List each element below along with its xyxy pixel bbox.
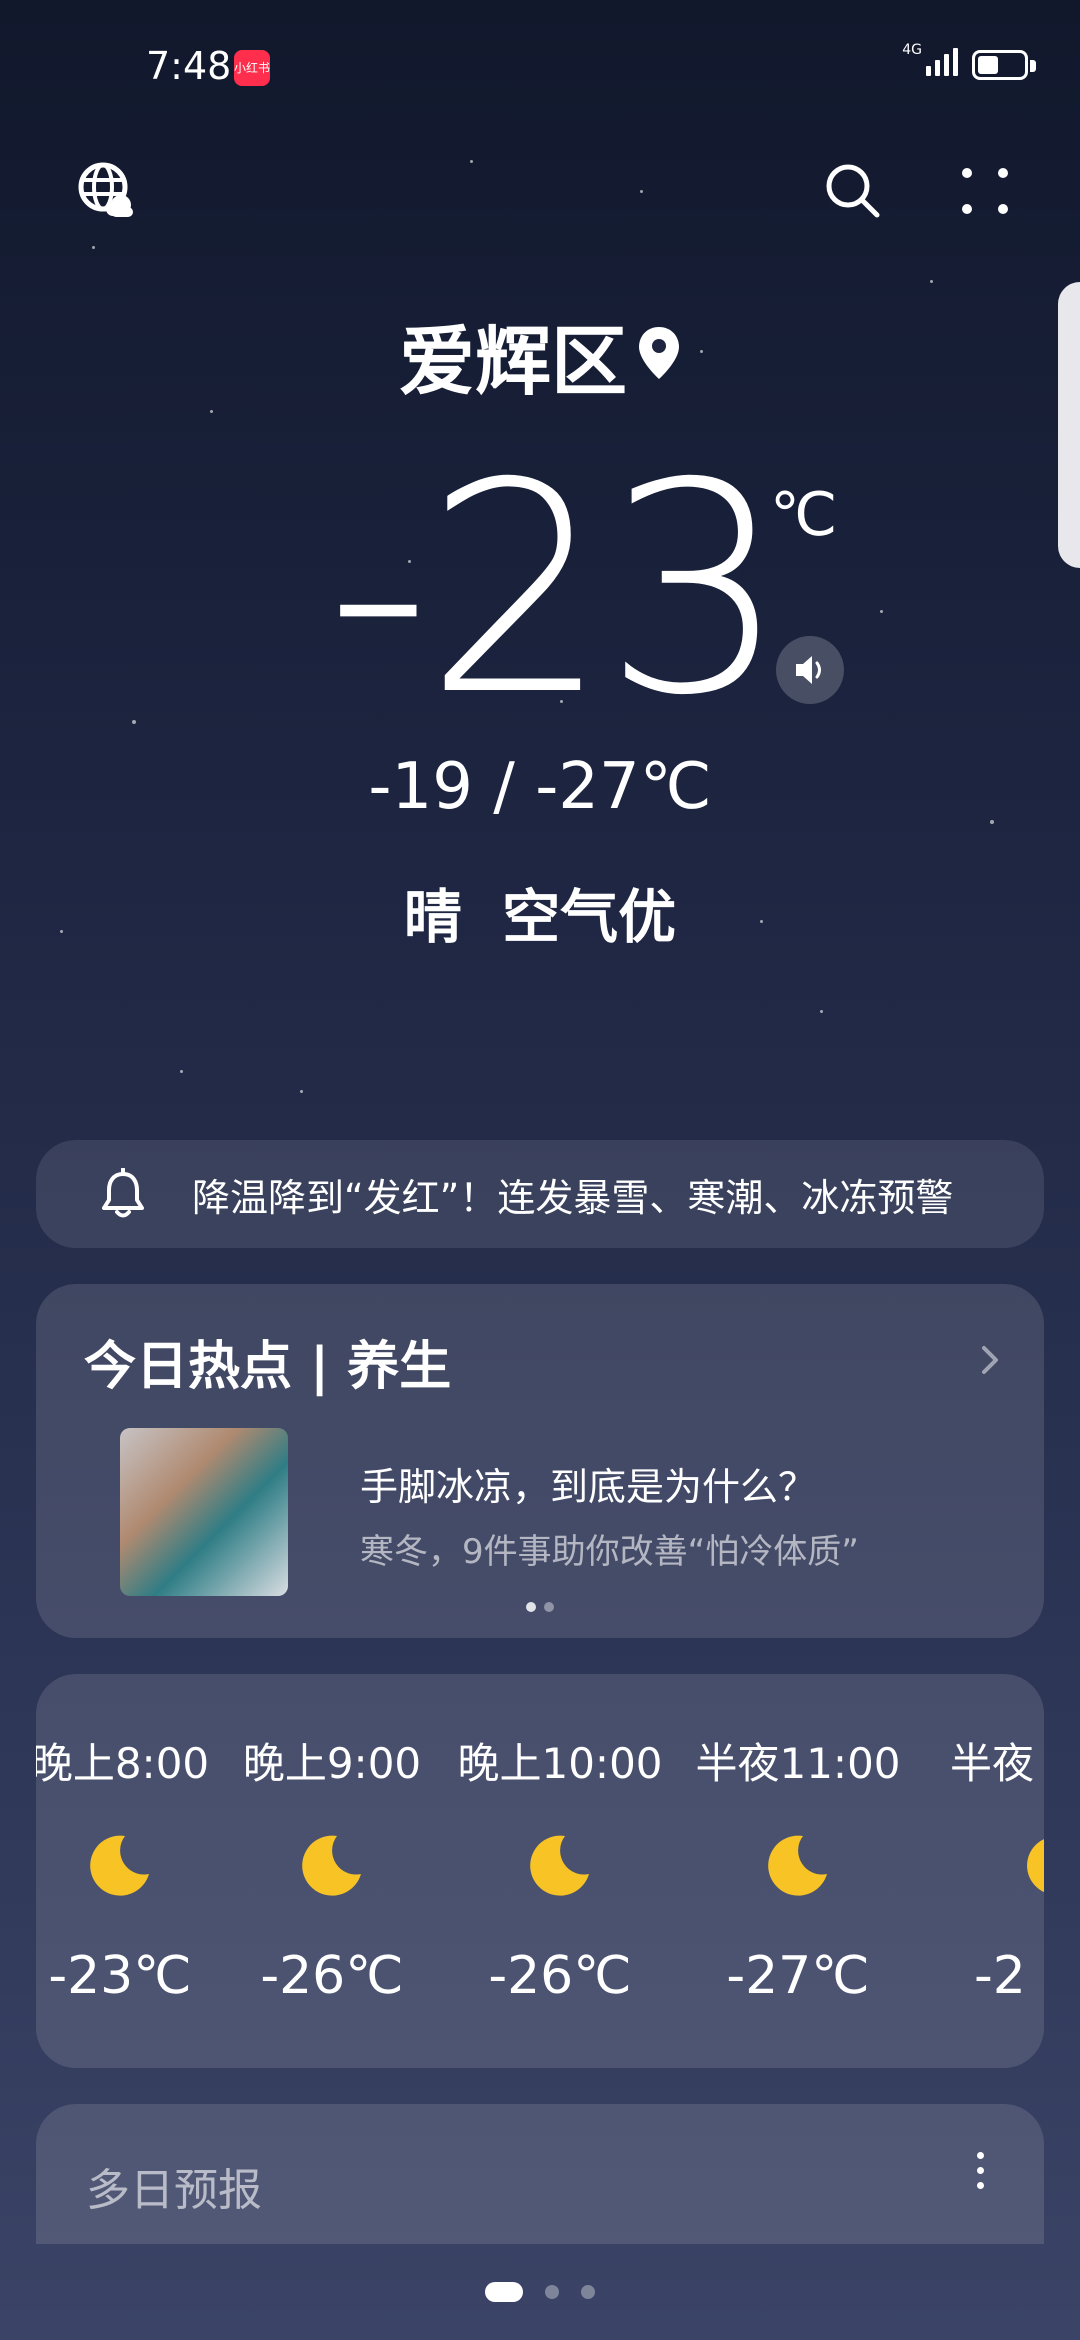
battery-icon <box>972 50 1028 80</box>
hour-temperature: -2 <box>974 1946 1026 2006</box>
bell-icon <box>88 1168 158 1220</box>
page-dot[interactable] <box>581 2285 595 2299</box>
hour-time: 半夜 <box>950 1739 1035 1788</box>
carousel-dot <box>544 1602 554 1612</box>
moon-icon <box>36 1830 230 1900</box>
article-subtitle: 寒冬，9件事助你改善“怕冷体质” <box>360 1532 859 1572</box>
hour-temperature: -26℃ <box>260 1946 404 2006</box>
location-name: 爱辉区 <box>399 317 627 406</box>
network-type: 4G <box>902 42 922 58</box>
hour-time: 半夜11:00 <box>695 1739 901 1788</box>
hourly-forecast-card[interactable]: 晚上8:00 -23℃ 晚上9:00 -26℃ 晚上10:00 -26℃ 半夜1… <box>36 1674 1044 2068</box>
hour-temperature: -27℃ <box>726 1946 870 2006</box>
search-icon[interactable] <box>818 156 888 226</box>
app-notification-badge: 小红书 <box>234 50 270 86</box>
carousel-dot-active <box>526 1602 536 1612</box>
moon-icon <box>450 1830 670 1900</box>
globe-cloud-icon[interactable] <box>72 156 142 226</box>
temperature-unit: ℃ <box>770 480 838 550</box>
hour-temperature: -23℃ <box>48 1946 192 2006</box>
page-indicator <box>0 2282 1080 2302</box>
forecast-title: 多日预报 <box>86 2165 262 2216</box>
speaker-icon[interactable] <box>776 636 844 704</box>
hot-news-card[interactable]: 今日热点 | 养生 手脚冰凉，到底是为什么？ 寒冬，9件事助你改善“怕冷体质” <box>36 1284 1044 1638</box>
location-header[interactable]: 爱辉区 <box>0 300 1080 410</box>
hour-time: 晚上8:00 <box>36 1739 210 1788</box>
hour-time: 晚上9:00 <box>242 1739 422 1788</box>
chevron-right-icon[interactable] <box>976 1340 1004 1384</box>
condition-text: 晴 <box>403 883 462 951</box>
carousel-indicator <box>36 1602 1044 1612</box>
hot-news-title: 今日热点 | 养生 <box>84 1337 452 1397</box>
status-time: 7:48 <box>146 44 232 88</box>
more-options-icon[interactable] <box>977 2152 984 2189</box>
page-dot[interactable] <box>545 2285 559 2299</box>
location-pin-icon <box>637 325 681 385</box>
air-quality[interactable]: 空气优 <box>502 883 676 951</box>
article-thumbnail[interactable] <box>120 1428 288 1596</box>
hour-time: 晚上10:00 <box>457 1739 663 1788</box>
multi-day-forecast-card[interactable]: 多日预报 <box>36 2104 1044 2244</box>
battery-tip <box>1030 60 1036 72</box>
moon-icon <box>950 1830 1044 1900</box>
signal-icon <box>926 48 958 76</box>
hour-temperature: -26℃ <box>488 1946 632 2006</box>
page-dot-active[interactable] <box>485 2282 523 2302</box>
grid-dots-icon[interactable] <box>950 156 1020 226</box>
weather-condition: 晴 空气优 <box>0 870 1080 954</box>
article-headline[interactable]: 手脚冰凉，到底是为什么？ <box>360 1456 816 1511</box>
alert-text: 降温降到“发红”！连发暴雪、寒潮、冰冻预警 <box>192 1175 954 1220</box>
current-temperature: -23 <box>326 422 788 759</box>
moon-icon <box>688 1830 908 1900</box>
moon-icon <box>222 1830 442 1900</box>
temperature-range: -19 / -27℃ <box>368 750 712 824</box>
weather-alert-banner[interactable]: 降温降到“发红”！连发暴雪、寒潮、冰冻预警 <box>36 1140 1044 1248</box>
